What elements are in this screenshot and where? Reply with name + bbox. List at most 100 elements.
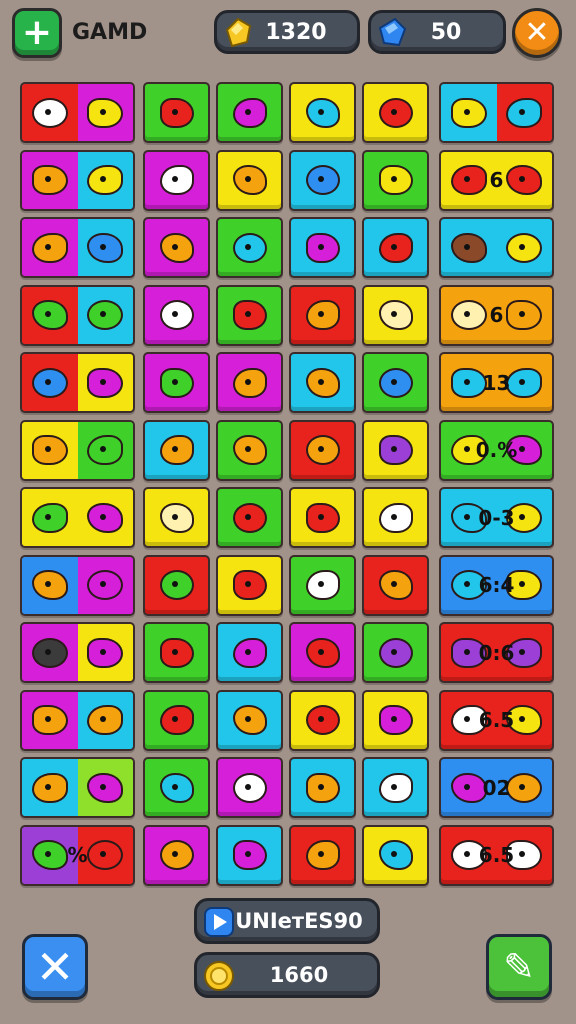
tile-label: 6:4: [478, 573, 515, 597]
board-tile[interactable]: [362, 487, 429, 548]
board-tile[interactable]: [289, 622, 356, 683]
board-tile[interactable]: [20, 149, 135, 211]
eye-icon: [391, 716, 397, 723]
board-tile[interactable]: [289, 217, 356, 278]
board-tile[interactable]: [289, 284, 356, 346]
board-tile[interactable]: 6: [439, 149, 554, 211]
board-tile[interactable]: 0-3: [439, 487, 554, 548]
board-tile[interactable]: [289, 757, 356, 818]
eye-icon: [391, 783, 397, 790]
close-button[interactable]: ✕: [512, 8, 562, 58]
board-tile[interactable]: %: [20, 824, 135, 886]
board-tile[interactable]: [362, 689, 429, 751]
eye-icon: [245, 108, 251, 115]
board-tile[interactable]: [362, 419, 429, 481]
board-tile[interactable]: [216, 554, 283, 616]
board-tile[interactable]: 6: [439, 284, 554, 346]
eye-icon: [318, 311, 324, 318]
board-tile[interactable]: 0.%: [439, 419, 554, 481]
board-tile[interactable]: [216, 149, 283, 211]
board-tile[interactable]: [289, 352, 356, 413]
tile-label: 13: [482, 370, 511, 395]
board-tile[interactable]: [143, 824, 210, 886]
tile-label: %: [67, 843, 88, 867]
board-tile[interactable]: [289, 149, 356, 211]
board-tile[interactable]: [362, 217, 429, 278]
creature-icon: [32, 502, 68, 533]
board-tile[interactable]: [289, 824, 356, 886]
board-tile[interactable]: [20, 419, 135, 481]
board-tile[interactable]: [143, 419, 210, 481]
board-tile[interactable]: [289, 419, 356, 481]
eye-icon: [172, 446, 178, 453]
board-tile[interactable]: [362, 622, 429, 683]
board-tile[interactable]: [20, 554, 135, 616]
board-tile[interactable]: [143, 217, 210, 278]
board-tile[interactable]: [362, 149, 429, 211]
board-tile[interactable]: [362, 554, 429, 616]
board-tile[interactable]: [143, 622, 210, 683]
board-tile[interactable]: [216, 82, 283, 143]
creature-icon: [159, 300, 194, 330]
board-tile[interactable]: [20, 284, 135, 346]
board-tile[interactable]: [20, 757, 135, 818]
confirm-button[interactable]: ✎: [486, 934, 552, 1000]
board-tile[interactable]: [143, 284, 210, 346]
board-tile[interactable]: [216, 689, 283, 751]
eye-icon: [391, 513, 397, 520]
board-tile[interactable]: [216, 352, 283, 413]
board-tile[interactable]: [362, 82, 429, 143]
eye-icon: [245, 378, 251, 385]
eye-icon: [318, 378, 324, 385]
board-tile[interactable]: 13: [439, 352, 554, 413]
creature-icon: [87, 705, 123, 735]
board-tile[interactable]: [439, 82, 554, 143]
board-tile[interactable]: 6.5: [439, 689, 554, 751]
creature-icon: [32, 367, 68, 398]
board-tile[interactable]: [216, 217, 283, 278]
board-tile[interactable]: [143, 757, 210, 818]
cancel-button[interactable]: ✕: [22, 934, 88, 1000]
board-tile[interactable]: [20, 689, 135, 751]
add-button[interactable]: +: [12, 8, 62, 58]
board-tile[interactable]: 02: [439, 757, 554, 818]
eye-icon: [391, 446, 397, 453]
board-tile[interactable]: [216, 284, 283, 346]
board-tile[interactable]: [362, 757, 429, 818]
creature-icon: [232, 435, 267, 465]
creature-icon: [87, 772, 123, 803]
board-tile[interactable]: [20, 217, 135, 278]
creature-icon: [87, 232, 123, 263]
board-tile[interactable]: [20, 622, 135, 683]
board-tile[interactable]: [216, 824, 283, 886]
board-tile[interactable]: [20, 487, 135, 548]
board-tile[interactable]: [362, 824, 429, 886]
board-tile[interactable]: [362, 284, 429, 346]
board-tile[interactable]: [143, 82, 210, 143]
board-tile[interactable]: [20, 352, 135, 413]
creature-icon: [159, 232, 194, 263]
board-tile[interactable]: 0:6: [439, 622, 554, 683]
board-tile[interactable]: 6:4: [439, 554, 554, 616]
board-tile[interactable]: 6.5: [439, 824, 554, 886]
board-tile[interactable]: [289, 689, 356, 751]
board-tile[interactable]: [143, 487, 210, 548]
board-tile[interactable]: [216, 622, 283, 683]
board-tile[interactable]: [289, 554, 356, 616]
board-tile[interactable]: [20, 82, 135, 143]
eye-icon: [100, 108, 107, 115]
creature-icon: [305, 840, 340, 870]
eye-icon: [172, 851, 178, 858]
eye-icon: [245, 783, 251, 790]
board-tile[interactable]: [143, 149, 210, 211]
board-tile[interactable]: [216, 757, 283, 818]
board-tile[interactable]: [143, 554, 210, 616]
board-tile[interactable]: [289, 82, 356, 143]
board-tile[interactable]: [143, 352, 210, 413]
board-tile[interactable]: [216, 487, 283, 548]
board-tile[interactable]: [289, 487, 356, 548]
board-tile[interactable]: [143, 689, 210, 751]
board-tile[interactable]: [439, 217, 554, 278]
board-tile[interactable]: [216, 419, 283, 481]
board-tile[interactable]: [362, 352, 429, 413]
